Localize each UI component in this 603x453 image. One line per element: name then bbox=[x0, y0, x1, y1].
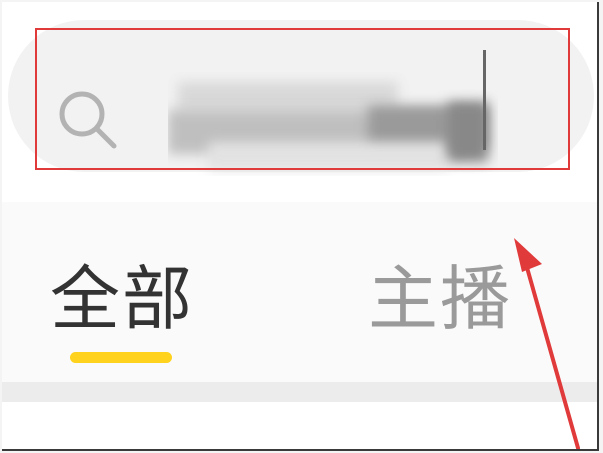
content-area bbox=[2, 402, 597, 449]
tab-all[interactable]: 全部 bbox=[50, 264, 194, 334]
tab-anchors[interactable]: 主播 bbox=[368, 264, 512, 334]
section-divider bbox=[2, 382, 597, 402]
app-screen: 全部 主播 bbox=[2, 2, 599, 451]
annotation-highlight-box bbox=[35, 28, 570, 170]
search-header bbox=[2, 2, 597, 202]
tab-bar: 全部 主播 bbox=[2, 202, 597, 382]
active-tab-indicator bbox=[70, 352, 172, 363]
